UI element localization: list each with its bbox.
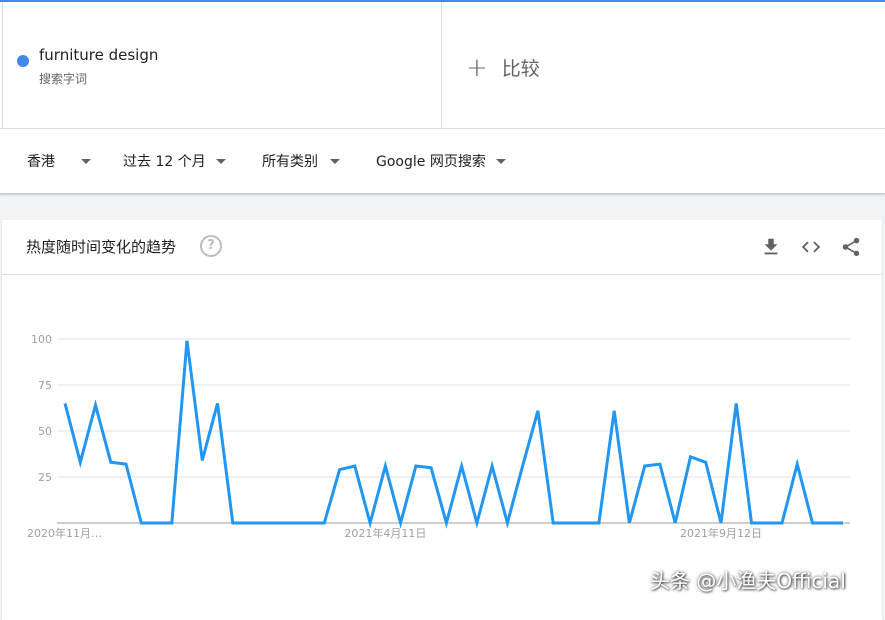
chevron-down-icon: [330, 158, 340, 164]
data-point[interactable]: [534, 407, 542, 415]
data-point[interactable]: [320, 519, 328, 527]
y-tick-label: 100: [31, 333, 52, 346]
data-point[interactable]: [412, 462, 420, 470]
x-tick-label: 2020年11月…: [27, 526, 102, 540]
data-point[interactable]: [137, 519, 145, 527]
data-point[interactable]: [122, 460, 130, 468]
plus-icon: +: [466, 52, 488, 83]
compare-button[interactable]: + 比较: [466, 54, 540, 81]
chevron-down-icon: [215, 158, 226, 164]
data-point[interactable]: [305, 519, 313, 527]
term-type-label: 搜索字词: [39, 72, 88, 86]
data-point[interactable]: [153, 519, 161, 527]
data-point[interactable]: [442, 519, 450, 527]
data-point[interactable]: [488, 462, 496, 470]
watermark: 头条 @小渔夫Official: [650, 569, 846, 593]
data-point[interactable]: [671, 519, 679, 527]
data-point[interactable]: [503, 519, 511, 527]
data-point[interactable]: [778, 519, 786, 527]
data-point[interactable]: [92, 401, 100, 409]
term-color-dot: [17, 55, 29, 67]
data-point[interactable]: [702, 458, 710, 466]
search-type-filter-label: Google 网页搜索: [376, 154, 486, 170]
region-filter[interactable]: 香港: [27, 151, 91, 171]
data-point[interactable]: [564, 519, 572, 527]
data-point[interactable]: [290, 519, 298, 527]
data-point[interactable]: [366, 519, 374, 527]
data-point[interactable]: [625, 519, 633, 527]
data-point[interactable]: [397, 519, 405, 527]
data-point[interactable]: [244, 519, 252, 527]
search-term-card[interactable]: furniture design 搜索字词: [2, 2, 442, 128]
chevron-down-icon: [81, 158, 91, 164]
data-point[interactable]: [808, 519, 816, 527]
data-point[interactable]: [824, 519, 832, 527]
data-point[interactable]: [198, 456, 206, 464]
data-point[interactable]: [229, 519, 237, 527]
data-point[interactable]: [351, 462, 359, 470]
x-tick-label: 2021年4月11日: [344, 526, 426, 540]
data-point[interactable]: [641, 462, 649, 470]
data-point[interactable]: [473, 519, 481, 527]
data-point[interactable]: [61, 399, 69, 407]
data-point[interactable]: [275, 519, 283, 527]
trend-chart: 25 50 75 100 2020年11月… 2021年4月11日 2021年9月12日: [27, 333, 850, 540]
time-range-filter[interactable]: 过去 12 个月: [123, 151, 226, 171]
data-point[interactable]: [747, 519, 755, 527]
data-point[interactable]: [76, 458, 84, 466]
y-tick-label: 25: [38, 471, 52, 484]
data-point[interactable]: [427, 464, 435, 472]
time-range-filter-label: 过去 12 个月: [123, 154, 206, 170]
x-tick-label: 2021年9月12日: [680, 526, 762, 540]
data-point[interactable]: [686, 453, 694, 461]
data-point[interactable]: [183, 337, 191, 345]
data-point[interactable]: [458, 462, 466, 470]
category-filter-label: 所有类别: [262, 154, 318, 170]
data-point[interactable]: [214, 399, 222, 407]
data-point[interactable]: [610, 407, 618, 415]
filter-bar: 香港 过去 12 个月 所有类别 Google 网页搜索: [0, 129, 885, 194]
search-type-filter[interactable]: Google 网页搜索: [376, 151, 506, 171]
data-point[interactable]: [107, 458, 115, 466]
interest-over-time-card: 热度随时间变化的趋势 ? 25 50 75 100 2020年11月… 2021年4月11…: [2, 220, 882, 620]
term-name: furniture design: [39, 46, 159, 64]
data-point[interactable]: [519, 462, 527, 470]
chevron-down-icon: [495, 158, 506, 164]
data-point[interactable]: [717, 519, 725, 527]
data-point[interactable]: [793, 460, 801, 468]
region-filter-label: 香港: [27, 154, 55, 170]
data-point[interactable]: [168, 519, 176, 527]
data-point[interactable]: [732, 399, 740, 407]
data-point[interactable]: [259, 519, 267, 527]
data-point[interactable]: [549, 519, 557, 527]
y-tick-label: 75: [38, 379, 52, 392]
data-point[interactable]: [839, 519, 847, 527]
data-point[interactable]: [763, 519, 771, 527]
compare-label: 比较: [501, 58, 540, 80]
series-line: [63, 340, 843, 529]
y-tick-label: 50: [38, 425, 52, 438]
data-point[interactable]: [656, 460, 664, 468]
search-term-bar: furniture design 搜索字词 + 比较: [0, 2, 885, 129]
data-point[interactable]: [381, 462, 389, 470]
category-filter[interactable]: 所有类别: [262, 151, 340, 171]
data-point[interactable]: [595, 519, 603, 527]
data-point[interactable]: [580, 519, 588, 527]
data-point[interactable]: [336, 466, 344, 474]
